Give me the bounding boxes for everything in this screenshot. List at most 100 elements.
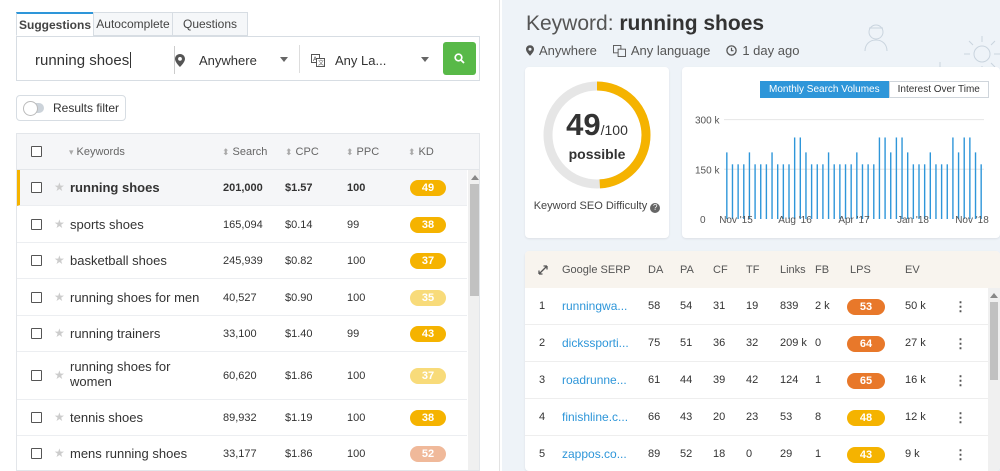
row-checkbox[interactable] [31, 182, 42, 193]
serp-row[interactable]: 3 roadrunne... 61 44 39 42 124 1 65 16 k ⋮ [525, 362, 988, 399]
table-row[interactable]: ★ running shoes 201,000 $1.57 100 49 [17, 170, 467, 206]
sort-icon: ⬍ [285, 146, 293, 157]
column-ev: EV [905, 264, 920, 276]
location-select[interactable]: Anywhere [175, 47, 288, 73]
serp-pa: 52 [680, 448, 693, 460]
serp-scrollbar[interactable] [988, 288, 1000, 471]
star-icon[interactable]: ★ [54, 180, 65, 194]
serp-url-link[interactable]: roadrunne... [562, 373, 627, 387]
row-checkbox[interactable] [31, 291, 42, 303]
column-tf: TF [746, 264, 760, 276]
serp-fb: 2 k [815, 300, 830, 312]
kd-badge: 35 [410, 289, 446, 306]
serp-url-link[interactable]: runningwa... [562, 299, 627, 313]
serp-cf: 39 [713, 374, 726, 386]
row-checkbox[interactable] [31, 412, 42, 423]
translate-icon: A文 [311, 53, 325, 67]
scroll-up-icon[interactable] [990, 293, 998, 298]
language-value: Any La... [335, 52, 387, 68]
scrollbar-thumb[interactable] [990, 302, 998, 380]
cpc-value: $1.19 [285, 412, 313, 424]
search-volume: 33,177 [223, 448, 257, 460]
serp-cf: 36 [713, 337, 726, 349]
table-row[interactable]: ★ sports shoes 165,094 $0.14 99 38 [17, 206, 467, 243]
search-icon [454, 53, 465, 64]
row-checkbox[interactable] [31, 255, 42, 266]
table-scrollbar[interactable] [468, 170, 479, 470]
tab-autocomplete[interactable]: Autocomplete [93, 12, 172, 36]
serp-pa: 54 [680, 300, 693, 312]
star-icon[interactable]: ★ [54, 410, 65, 424]
more-options-icon[interactable]: ⋮ [954, 373, 967, 389]
meta-updated-text: 1 day ago [742, 43, 800, 58]
serp-tf: 32 [746, 337, 759, 349]
row-checkbox[interactable] [31, 328, 42, 339]
column-kd-label: KD [418, 146, 434, 158]
ppc-value: 99 [347, 218, 360, 231]
lps-badge: 65 [847, 373, 885, 389]
serp-links: 839 [780, 300, 799, 312]
more-options-icon[interactable]: ⋮ [954, 299, 967, 315]
language-select[interactable]: A文 Any La... [311, 47, 429, 73]
star-icon[interactable]: ★ [54, 326, 65, 340]
column-ppc[interactable]: ⬍ PPC [346, 146, 379, 158]
table-row[interactable]: ★ running trainers 33,100 $1.40 99 43 [17, 316, 467, 352]
toggle-switch[interactable] [23, 101, 44, 116]
row-checkbox[interactable] [31, 448, 42, 459]
table-row[interactable]: ★ running shoes for women 60,620 $1.86 100 37 [17, 352, 467, 400]
scrollbar-thumb[interactable] [470, 184, 479, 296]
help-icon[interactable]: ? [650, 203, 661, 213]
ppc-value: 100 [347, 448, 366, 460]
serp-cf: 18 [713, 448, 726, 460]
serp-row[interactable]: 4 finishline.c... 66 43 20 23 53 8 48 12 k ⋮ [525, 399, 988, 436]
results-filter-label: Results filter [53, 101, 120, 115]
kd-badge: 43 [410, 326, 446, 342]
more-options-icon[interactable]: ⋮ [954, 410, 967, 426]
serp-row[interactable]: 5 zappos.co... 89 52 18 0 29 1 43 9 k ⋮ [525, 436, 988, 471]
table-row[interactable]: ★ tennis shoes 89,932 $1.19 100 38 [17, 400, 467, 436]
keyword-input[interactable]: running shoes [29, 46, 175, 74]
serp-row[interactable]: 1 runningwa... 58 54 31 19 839 2 k 53 50 k ⋮ [525, 288, 988, 325]
serp-tf: 0 [746, 448, 753, 460]
location-pin-icon [526, 45, 534, 56]
clock-icon [726, 45, 738, 56]
search-volume: 40,527 [223, 291, 257, 304]
search-button[interactable] [443, 42, 476, 75]
serp-da: 66 [648, 411, 661, 423]
more-options-icon[interactable]: ⋮ [954, 447, 967, 463]
star-icon[interactable]: ★ [54, 217, 65, 231]
serp-card: Google SERP DA PA CF TF Links FB LPS EV … [525, 251, 1000, 471]
table-row[interactable]: ★ running shoes for men 40,527 $0.90 100 35 [17, 279, 467, 316]
difficulty-max: /100 [600, 122, 628, 138]
row-checkbox[interactable] [31, 218, 42, 230]
serp-url-link[interactable]: dickssporti... [562, 336, 629, 350]
row-checkbox[interactable] [31, 370, 42, 381]
star-icon[interactable]: ★ [54, 253, 65, 267]
column-search[interactable]: ⬍ Search [222, 146, 267, 158]
scroll-up-icon[interactable] [471, 175, 479, 180]
serp-url-link[interactable]: zappos.co... [562, 447, 627, 461]
table-row[interactable]: ★ mens running shoes 33,177 $1.86 100 52 [17, 436, 467, 470]
serp-row[interactable]: 2 dickssporti... 75 51 36 32 209 k 0 64 27 k ⋮ [525, 325, 988, 362]
keyword-text: sports shoes [70, 216, 144, 232]
column-keywords-label: Keywords [76, 146, 125, 158]
serp-url-link[interactable]: finishline.c... [562, 410, 628, 424]
column-keywords[interactable]: ▾ Keywords [69, 146, 125, 158]
star-icon[interactable]: ★ [54, 446, 65, 460]
tab-questions[interactable]: Questions [172, 12, 248, 36]
column-cpc[interactable]: ⬍ CPC [285, 146, 319, 158]
serp-ev: 27 k [905, 337, 926, 349]
star-icon[interactable]: ★ [54, 290, 65, 304]
column-kd[interactable]: ⬍ KD [408, 146, 434, 158]
select-all-checkbox[interactable] [31, 146, 42, 157]
results-filter-toggle[interactable]: Results filter [16, 95, 126, 121]
expand-icon[interactable] [538, 265, 548, 275]
ppc-value: 100 [347, 291, 366, 304]
table-row[interactable]: ★ basketball shoes 245,939 $0.82 100 37 [17, 243, 467, 279]
x-tick-label: Jan '18 [897, 215, 929, 226]
star-icon[interactable]: ★ [54, 368, 65, 382]
more-options-icon[interactable]: ⋮ [954, 336, 967, 352]
serp-pa: 51 [680, 337, 693, 349]
tab-suggestions[interactable]: Suggestions [16, 12, 93, 36]
sort-icon: ⬍ [346, 146, 354, 157]
